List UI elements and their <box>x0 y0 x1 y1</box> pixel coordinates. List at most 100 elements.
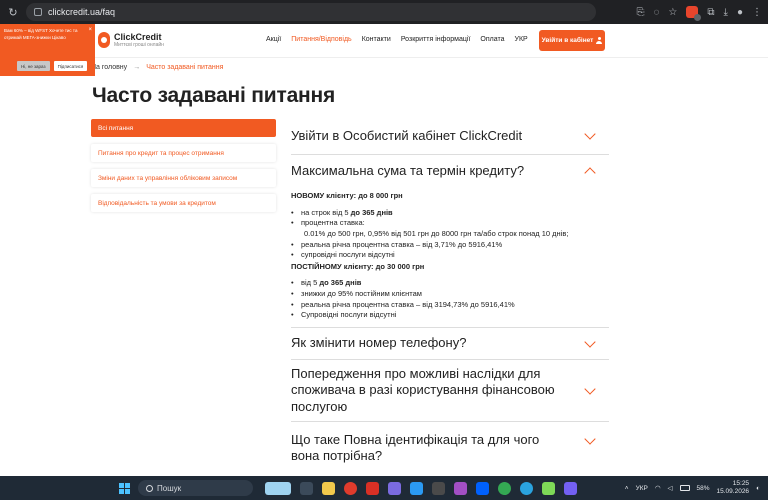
eye-off-icon[interactable]: ◌ <box>653 7 659 18</box>
login-cabinet-button[interactable]: Увійти в кабінет <box>539 30 605 51</box>
faq-answer-max-amount: НОВОМУ клієнту: до 8 000 грн на строк ві… <box>291 187 609 329</box>
answer-regular-client-list: від 5 до 365 днів знижки до 95% постійни… <box>291 278 609 321</box>
list-item: реальна річна процентна ставка – від 3,7… <box>291 240 609 251</box>
address-bar-url: clickcredit.ua/faq <box>48 7 116 17</box>
rate-value: 0.01% до 500 грн, 0,95% від 501 грн до 8… <box>304 228 569 238</box>
popup-decline-button[interactable]: Ні, не зараз <box>17 61 50 71</box>
breadcrumb-separator: → <box>133 64 141 71</box>
chevron-down-icon <box>585 386 595 396</box>
list-item: реальна річна процентна ставка – від 319… <box>291 300 609 311</box>
battery-icon[interactable] <box>679 485 690 491</box>
extensions-puzzle-icon[interactable]: ⧉ <box>707 7 714 18</box>
list-item: на строк від 5 до 365 днів <box>291 208 609 219</box>
chrome-icon[interactable] <box>498 481 511 495</box>
nav-item-contacts[interactable]: Контакти <box>362 36 391 43</box>
store-icon[interactable] <box>432 481 445 495</box>
start-icon[interactable] <box>119 482 130 494</box>
clock-time: 15:25 <box>732 480 750 488</box>
browser-actions: ⎘ ◌ ☆ ⧉ ⤓ ● ⋮ <box>636 6 762 21</box>
category-all[interactable]: Всі питання <box>91 119 276 137</box>
dropbox-icon[interactable] <box>476 481 489 495</box>
breadcrumb-home[interactable]: На головну <box>91 64 127 71</box>
install-icon[interactable]: ⎘ <box>636 7 644 18</box>
term-bold: до 365 днів <box>319 278 362 288</box>
chevron-down-icon <box>585 436 595 446</box>
list-item: від 5 до 365 днів <box>291 278 609 289</box>
faq-category-list: Всі питання Питання про кредит та процес… <box>91 119 276 219</box>
battery-percent: 58% <box>696 484 710 492</box>
breadcrumb-current: Часто задавані питання <box>146 64 224 71</box>
faq-question-text: Попередження про можливі наслідки для сп… <box>291 366 555 414</box>
main-nav: Акції Питання/Відповідь Контакти Розкрит… <box>266 36 528 43</box>
edge-icon[interactable] <box>410 481 423 495</box>
list-item: процентна ставка:0.01% до 500 грн, 0,95%… <box>291 218 609 239</box>
logo-mark-icon <box>98 32 110 48</box>
logo-name: ClickCredit <box>114 31 162 42</box>
messenger-icon[interactable] <box>542 481 555 495</box>
faq-question-max-amount[interactable]: Максимальна сума та термін кредиту? <box>291 155 609 187</box>
faq-question-warning[interactable]: Попередження про можливі наслідки для сп… <box>291 360 609 423</box>
site-logo[interactable]: ClickCredit Миттєві гроші онлайн <box>98 32 164 48</box>
profile-icon[interactable]: ● <box>737 7 743 18</box>
nav-item-faq[interactable]: Питання/Відповідь <box>291 36 351 43</box>
menu-kebab-icon[interactable]: ⋮ <box>752 7 762 18</box>
nav-item-promotions[interactable]: Акції <box>266 36 281 43</box>
subscribe-popup: Вам 60% – від WFST Хочете тис та отримай… <box>0 24 95 76</box>
extension-icon[interactable] <box>686 6 702 21</box>
answer-regular-client: ПОСТІЙНОМУ клієнту: до 30 000 грн <box>291 261 425 271</box>
file-explorer-icon[interactable] <box>322 481 335 495</box>
faq-list: Увійти в Особистий кабінет ClickCredit М… <box>291 118 609 464</box>
taskbar-search-label: Пошук <box>157 483 182 493</box>
task-view-icon[interactable] <box>300 481 313 495</box>
viber-icon[interactable] <box>564 481 577 495</box>
user-icon <box>596 37 603 44</box>
notes-icon[interactable] <box>454 481 467 495</box>
list-item: супровідні послуги відсутні <box>291 250 609 261</box>
nav-item-language[interactable]: УКР <box>515 36 528 43</box>
windows-taskbar: Пошук ˄ УКР ◠ ◁ 58% 15:25 15.09.2026 ◐ <box>0 476 768 500</box>
logo-text: ClickCredit Миттєві гроші онлайн <box>114 31 164 48</box>
telegram-icon[interactable] <box>520 481 533 495</box>
notifications-icon[interactable]: ◐ <box>756 485 760 492</box>
app-l-icon[interactable] <box>366 481 379 495</box>
faq-question-identification[interactable]: Що таке Повна ідентифікація та для чого … <box>291 422 609 464</box>
tray-chevron-icon[interactable]: ˄ <box>625 485 629 492</box>
nav-item-disclosure[interactable]: Розкриття інформації <box>401 36 471 43</box>
popup-subscribe-button[interactable]: Підписатися <box>53 61 88 71</box>
language-indicator[interactable]: УКР <box>636 485 648 492</box>
taskbar-search[interactable]: Пошук <box>138 480 253 496</box>
faq-question-login[interactable]: Увійти в Особистий кабінет ClickCredit <box>291 118 609 155</box>
chevron-down-icon <box>585 339 595 349</box>
download-icon[interactable]: ⤓ <box>724 7 728 18</box>
copilot-icon[interactable] <box>388 481 401 495</box>
list-item: знижки до 95% постійним клієнтам <box>291 289 609 300</box>
faq-question-text: Увійти в Особистий кабінет ClickCredit <box>291 127 523 143</box>
category-liability[interactable]: Відповідальність та умови за кредитом <box>91 194 276 212</box>
rate-label: процентна ставка: <box>301 218 365 228</box>
site-info-icon[interactable] <box>34 8 42 16</box>
clock-date: 15.09.2026 <box>716 488 750 495</box>
reload-icon[interactable]: ↻ <box>6 6 20 19</box>
bookmark-star-icon[interactable]: ☆ <box>668 7 677 18</box>
faq-question-text: Максимальна сума та термін кредиту? <box>291 162 525 178</box>
address-bar[interactable]: clickcredit.ua/faq <box>26 3 596 21</box>
volume-icon[interactable]: ◁ <box>668 484 673 492</box>
category-credit[interactable]: Питання про кредит та процес отримання <box>91 144 276 162</box>
term-text: на строк від 5 <box>301 207 351 217</box>
wifi-icon[interactable]: ◠ <box>655 484 661 492</box>
answer-new-client: НОВОМУ клієнту: до 8 000 грн <box>291 191 403 200</box>
breadcrumb: На головну → Часто задавані питання <box>91 64 223 71</box>
opera-icon[interactable] <box>344 481 357 495</box>
term-bold: до 365 днів <box>350 207 393 217</box>
close-icon[interactable]: × <box>88 27 92 33</box>
chevron-down-icon <box>585 131 595 141</box>
search-icon <box>146 484 153 492</box>
widgets-icon[interactable] <box>265 481 291 495</box>
system-tray: ˄ УКР ◠ ◁ 58% 15:25 15.09.2026 ◐ <box>625 480 760 496</box>
clock[interactable]: 15:25 15.09.2026 <box>717 480 750 496</box>
faq-question-change-phone[interactable]: Як змінити номер телефону? <box>291 328 609 361</box>
faq-question-text: Що таке Повна ідентифікація та для чого … <box>291 432 540 464</box>
category-account[interactable]: Зміни даних та управління обліковим запи… <box>91 169 276 187</box>
chevron-up-icon <box>585 166 595 176</box>
nav-item-payment[interactable]: Оплата <box>480 36 504 43</box>
